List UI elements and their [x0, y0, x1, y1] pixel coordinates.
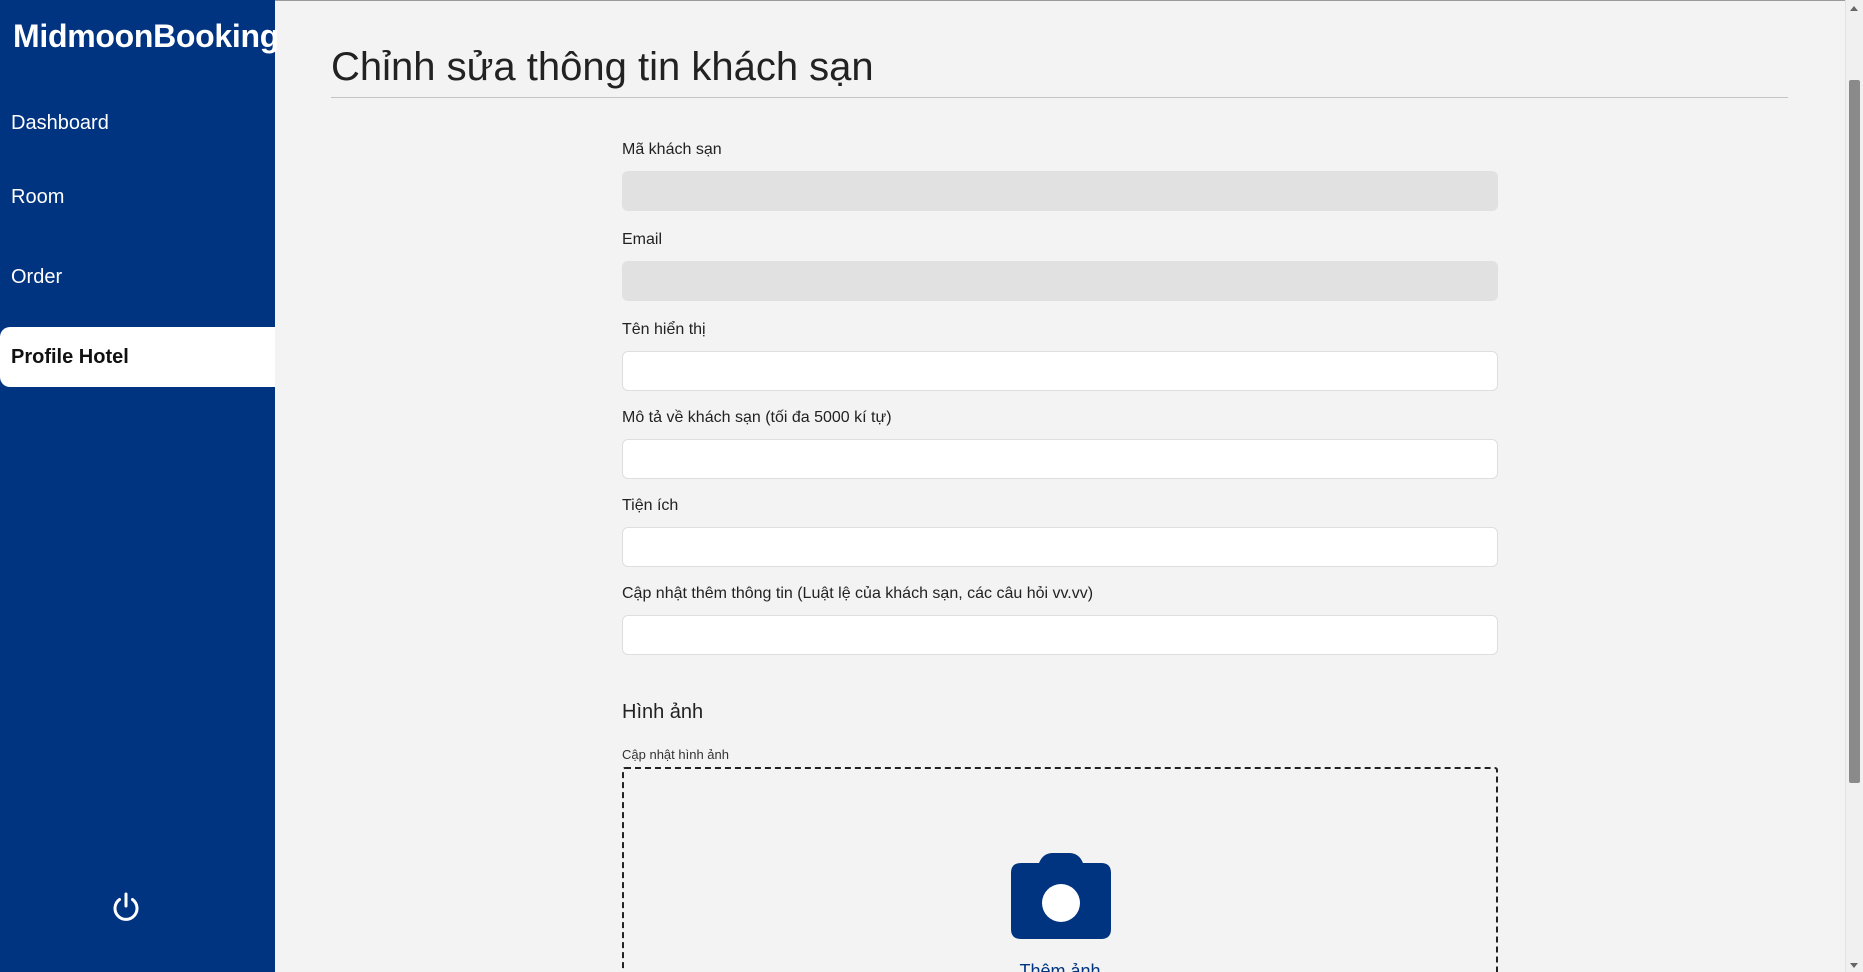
page-title: Chỉnh sửa thông tin khách sạn — [331, 45, 874, 89]
sidebar: MidmoonBooking Dashboard Room Order Prof… — [0, 0, 279, 972]
upload-images-label: Cập nhật hình ảnh — [622, 747, 729, 762]
logout-button[interactable] — [109, 890, 143, 924]
sidebar-item-profile-hotel[interactable]: Profile Hotel — [0, 327, 275, 387]
description-label: Mô tả về khách sạn (tối đa 5000 kí tự) — [622, 409, 892, 426]
sidebar-item-dashboard[interactable]: Dashboard — [0, 93, 275, 153]
email-field — [622, 261, 1498, 301]
email-label: Email — [622, 231, 663, 248]
display-name-field[interactable] — [622, 351, 1498, 391]
camera-icon — [1011, 853, 1111, 939]
scrollbar-thumb[interactable] — [1849, 80, 1860, 783]
images-section-title: Hình ảnh — [622, 701, 704, 723]
description-field[interactable] — [622, 439, 1498, 479]
sidebar-item-order[interactable]: Order — [0, 247, 275, 307]
amenities-field[interactable] — [622, 527, 1498, 567]
extra-info-field[interactable] — [622, 615, 1498, 655]
app: MidmoonBooking Dashboard Room Order Prof… — [0, 0, 1863, 972]
add-photo-label: Thêm ảnh — [1019, 961, 1101, 972]
main-content: Chỉnh sửa thông tin khách sạn Mã khách s… — [275, 0, 1845, 972]
display-name-label: Tên hiển thị — [622, 321, 706, 338]
amenities-label: Tiện ích — [622, 497, 679, 514]
hotel-id-label: Mã khách sạn — [622, 141, 722, 158]
power-icon — [113, 892, 139, 921]
sidebar-item-label: Order — [11, 266, 63, 288]
sidebar-item-label: Profile Hotel — [11, 346, 129, 368]
vertical-scrollbar[interactable] — [1845, 0, 1863, 972]
sidebar-item-room[interactable]: Room — [0, 167, 275, 227]
image-upload-dropzone[interactable]: Thêm ảnh — [622, 767, 1498, 972]
brand-logo[interactable]: MidmoonBooking — [13, 18, 279, 55]
title-divider — [331, 97, 1788, 98]
scroll-down-arrow-icon[interactable] — [1850, 963, 1858, 968]
sidebar-item-label: Room — [11, 186, 65, 208]
scroll-up-arrow-icon[interactable] — [1850, 6, 1858, 11]
sidebar-item-label: Dashboard — [11, 112, 109, 134]
hotel-id-field — [622, 171, 1498, 211]
extra-info-label: Cập nhật thêm thông tin (Luật lệ của khá… — [622, 585, 1094, 602]
